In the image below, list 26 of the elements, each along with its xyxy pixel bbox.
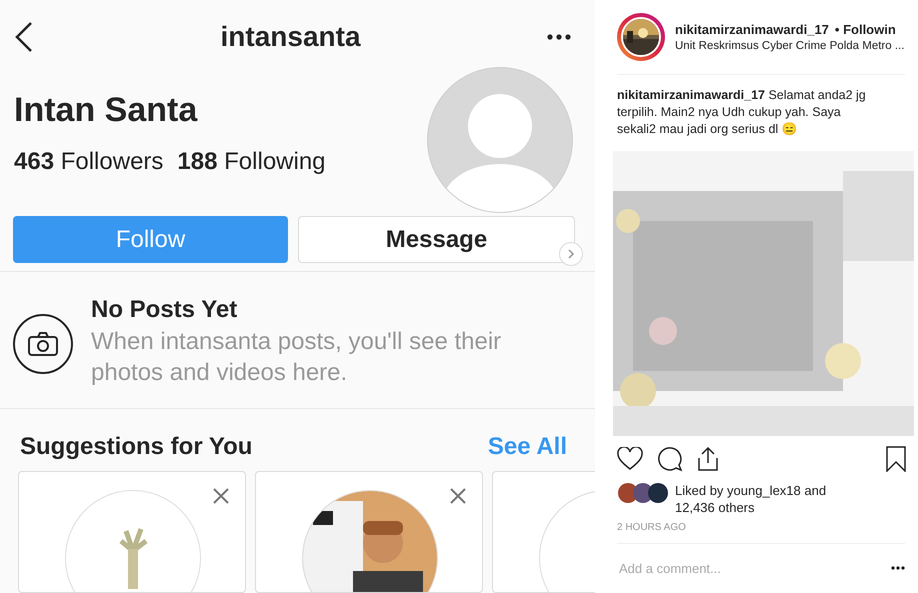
chevron-icon xyxy=(567,249,575,260)
followers-count[interactable]: 463 Followers xyxy=(14,148,164,176)
section-title: Suggestions for You xyxy=(20,432,252,461)
message-button[interactable]: Message xyxy=(298,216,575,264)
post-location[interactable]: Unit Reskrimsus Cyber Crime Polda Metro ... xyxy=(675,40,904,52)
following-link[interactable]: • Followin xyxy=(834,22,896,37)
close-icon[interactable] xyxy=(213,488,229,504)
likes-text[interactable]: Liked by young_lex18 and 12,436 others xyxy=(675,482,847,516)
bookmark-icon[interactable] xyxy=(885,446,907,472)
profile-username: intansanta xyxy=(220,21,361,54)
heart-icon[interactable] xyxy=(617,447,643,471)
close-icon[interactable] xyxy=(450,488,466,504)
post-author[interactable]: nikitamirzanimawardi_17 xyxy=(675,22,829,37)
share-icon[interactable] xyxy=(697,446,719,472)
comment-field[interactable]: Add a comment... xyxy=(617,560,891,576)
post-caption: nikitamirzanimawardi_17 Selamat anda2 jg terpilih. Main2 nya Udh cukup yah. Saya sekali2 mau jadi org serius dl 😑 xyxy=(617,87,867,138)
empty-state-text: When intansanta posts, you'll see their photos and videos here. xyxy=(91,326,502,388)
camera-icon xyxy=(13,314,73,374)
empty-state-title: No Posts Yet xyxy=(91,296,238,324)
more-icon[interactable] xyxy=(891,566,905,570)
comment-icon[interactable] xyxy=(657,446,683,472)
back-icon[interactable] xyxy=(14,21,34,54)
more-icon[interactable] xyxy=(547,34,571,40)
following-count[interactable]: 188 Following xyxy=(177,148,326,176)
profile-name: Intan Santa xyxy=(14,90,198,130)
post-time: 2 HOURS AGO xyxy=(617,522,905,544)
